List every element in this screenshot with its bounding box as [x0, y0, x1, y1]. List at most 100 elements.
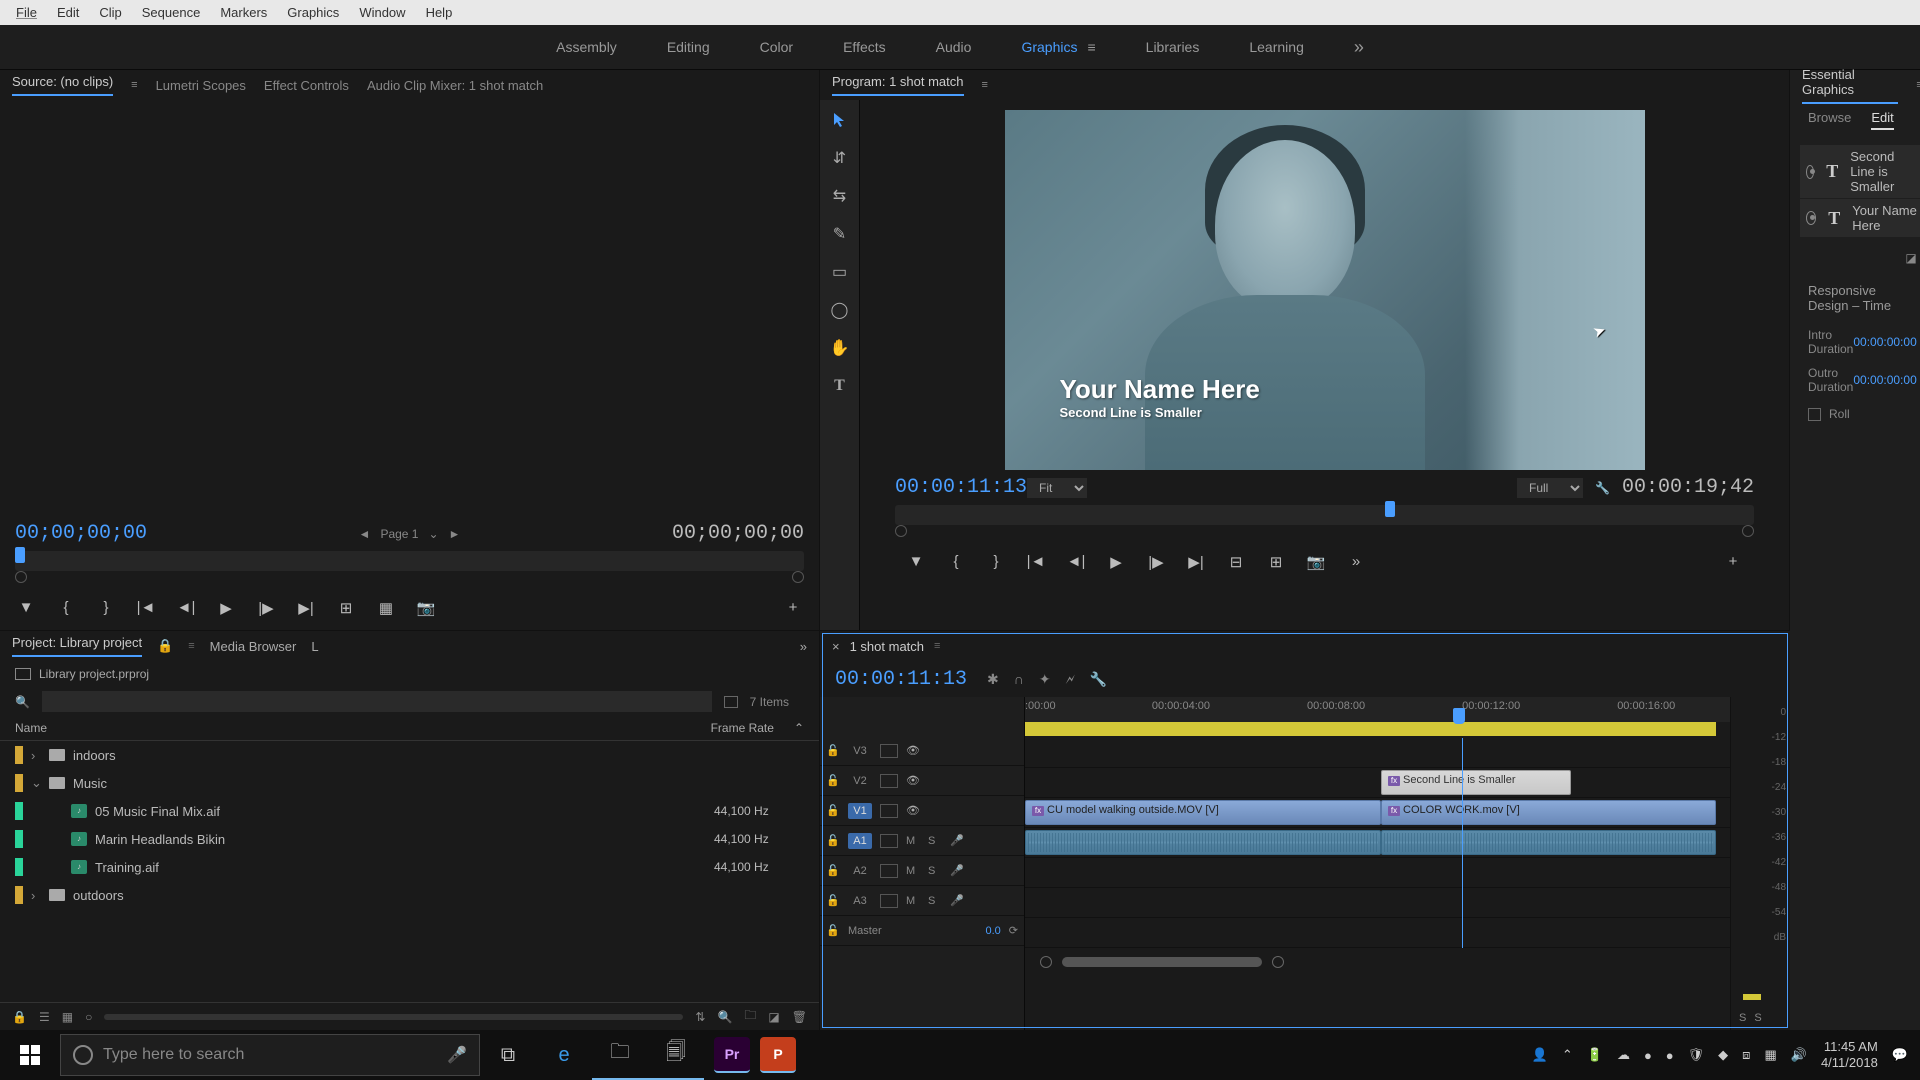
timeline-tracks-area[interactable]: :00:00 00:00:04:00 00:00:08:00 00:00:12:…	[1025, 697, 1730, 1030]
new-item-icon[interactable]: ◪	[768, 1010, 779, 1024]
ws-editing[interactable]: Editing	[667, 39, 710, 55]
track-lock-icon[interactable]: 🔓	[826, 774, 840, 787]
ws-graphics[interactable]: Graphics	[1021, 39, 1077, 55]
track-lock-icon[interactable]: 🔓	[826, 864, 840, 877]
tab-sequence[interactable]: 1 shot match	[850, 639, 924, 654]
settings-wrench-icon[interactable]: 🔧	[1595, 481, 1610, 495]
hand-tool-icon[interactable]: ✋	[828, 336, 852, 360]
horizontal-center-icon[interactable]: ⇆	[828, 184, 852, 208]
ellipse-tool-icon[interactable]: ◯	[828, 298, 852, 322]
zoom-fit-select[interactable]: Fit	[1027, 478, 1087, 498]
column-framerate[interactable]: Frame Rate	[684, 721, 794, 735]
volume-icon[interactable]: 🔊	[1791, 1047, 1807, 1063]
powerpoint-icon[interactable]: P	[760, 1037, 796, 1073]
track-a1[interactable]	[1025, 828, 1730, 858]
write-lock-icon[interactable]: 🔒	[12, 1010, 27, 1024]
tab-media-browser[interactable]: Media Browser	[210, 639, 297, 654]
tab-program[interactable]: Program: 1 shot match	[832, 74, 964, 96]
track-eye-icon[interactable]: 👁	[906, 774, 924, 787]
overlay-subtitle-text[interactable]: Second Line is Smaller	[1060, 405, 1260, 420]
meter-solo-right[interactable]: S	[1754, 1012, 1761, 1024]
premiere-icon[interactable]: Pr	[714, 1037, 750, 1073]
step-back-icon[interactable]: ◄|	[175, 597, 197, 619]
tl-zoom-in-icon[interactable]	[1272, 956, 1284, 968]
pen-tool-icon[interactable]: ✎	[828, 222, 852, 246]
resolution-select[interactable]: Full	[1517, 478, 1583, 498]
delete-icon[interactable]: 🗑	[792, 1010, 807, 1024]
notifications-icon[interactable]: 💬	[1892, 1047, 1908, 1063]
list-view-icon[interactable]: ☰	[39, 1010, 50, 1024]
people-icon[interactable]: 👤	[1532, 1047, 1548, 1063]
solo-icon[interactable]: S	[928, 865, 942, 877]
tab-lumetri[interactable]: Lumetri Scopes	[156, 78, 246, 93]
new-bin-icon[interactable]: 🗀	[744, 1006, 756, 1027]
track-lock-icon[interactable]: 🔓	[826, 804, 840, 817]
ws-overflow-icon[interactable]: »	[1354, 37, 1364, 58]
track-label[interactable]: V2	[848, 773, 872, 789]
source-scrubber[interactable]	[15, 551, 804, 571]
track-header-master[interactable]: 🔓Master0.0⟳	[820, 916, 1024, 946]
tab-audio-mixer[interactable]: Audio Clip Mixer: 1 shot match	[367, 78, 543, 93]
track-target-icon[interactable]	[880, 864, 898, 878]
freeform-view-icon[interactable]: ○	[85, 1010, 92, 1024]
p-add-marker-icon[interactable]: ▼	[905, 551, 927, 573]
record-icon[interactable]: 🎤	[950, 834, 964, 847]
track-label[interactable]: A3	[848, 893, 872, 909]
track-v2[interactable]: fxSecond Line is Smaller	[1025, 768, 1730, 798]
play-icon[interactable]: ▶	[215, 597, 237, 619]
taskbar-search[interactable]: Type here to search 🎤	[60, 1034, 480, 1076]
eg-menu-icon[interactable]: ≡	[1916, 79, 1920, 91]
solo-icon[interactable]: S	[928, 835, 942, 847]
program-tab-menu-icon[interactable]: ≡	[982, 79, 988, 91]
search-icon[interactable]: 🔍	[15, 695, 30, 709]
tl-zoom-out-icon[interactable]	[1040, 956, 1052, 968]
step-fwd-icon[interactable]: |▶	[255, 597, 277, 619]
menu-graphics[interactable]: Graphics	[279, 3, 347, 22]
find-icon[interactable]: 🔍	[717, 1010, 732, 1024]
timeline-timecode[interactable]: 00:00:11:13	[835, 668, 967, 691]
ws-menu-icon[interactable]: ≡	[1087, 39, 1095, 55]
program-scrubber[interactable]	[895, 505, 1754, 525]
mark-in-icon[interactable]: {	[55, 597, 77, 619]
p-mark-in-icon[interactable]: {	[945, 551, 967, 573]
p-add-button-icon[interactable]: +	[1722, 551, 1744, 573]
thumbnail-size-slider[interactable]	[104, 1014, 683, 1020]
overlay-title-text[interactable]: Your Name Here	[1060, 374, 1260, 405]
track-label[interactable]: A1	[848, 833, 872, 849]
track-a2[interactable]	[1025, 858, 1730, 888]
project-tab-menu-icon[interactable]: ≡	[188, 640, 194, 652]
timeline-zoom-scroller[interactable]	[1062, 957, 1262, 967]
p-step-fwd-icon[interactable]: |▶	[1145, 551, 1167, 573]
p-goto-out-icon[interactable]: ▶|	[1185, 551, 1207, 573]
master-value[interactable]: 0.0	[985, 925, 1000, 937]
clip-video-1[interactable]: fxCU model walking outside.MOV [V]	[1025, 800, 1381, 825]
track-header-a1[interactable]: 🔓A1MS🎤	[820, 826, 1024, 856]
goto-out-icon[interactable]: ▶|	[295, 597, 317, 619]
ws-assembly[interactable]: Assembly	[556, 39, 617, 55]
security-icon[interactable]: 🛡	[1688, 1047, 1705, 1063]
seq-close-icon[interactable]: ×	[832, 639, 840, 654]
disclosure-chevron-icon[interactable]: ›	[31, 748, 41, 763]
track-target-icon[interactable]	[880, 744, 898, 758]
vertical-center-icon[interactable]: ⇵	[828, 146, 852, 170]
mic-icon[interactable]: 🎤	[447, 1045, 467, 1065]
tab-project[interactable]: Project: Library project	[12, 635, 142, 657]
source-timecode-left[interactable]: 00;00;00;00	[15, 522, 147, 545]
tab-source[interactable]: Source: (no clips)	[12, 74, 113, 96]
program-monitor-frame[interactable]: Your Name Here Second Line is Smaller	[1005, 110, 1645, 470]
add-marker-tl-icon[interactable]: ✦	[1039, 671, 1051, 688]
timeline-tab-menu-icon[interactable]: ≡	[934, 640, 940, 652]
playhead-icon[interactable]	[1453, 708, 1465, 724]
ws-learning[interactable]: Learning	[1249, 39, 1304, 55]
column-sort-icon[interactable]: ⌃	[794, 721, 804, 735]
track-lock-icon[interactable]: 🔓	[826, 834, 840, 847]
visibility-eye-icon[interactable]	[1806, 165, 1814, 179]
p-extract-icon[interactable]: ⊞	[1265, 551, 1287, 573]
tray-app-2-icon[interactable]: ●	[1666, 1048, 1674, 1063]
eg-layer-row[interactable]: T Your Name Here	[1800, 199, 1920, 237]
page-next-icon[interactable]: ►	[449, 527, 461, 541]
track-label[interactable]: V3	[848, 743, 872, 759]
track-label[interactable]: V1	[848, 803, 872, 819]
work-area-bar[interactable]	[1025, 722, 1716, 736]
start-button[interactable]	[0, 1030, 60, 1080]
